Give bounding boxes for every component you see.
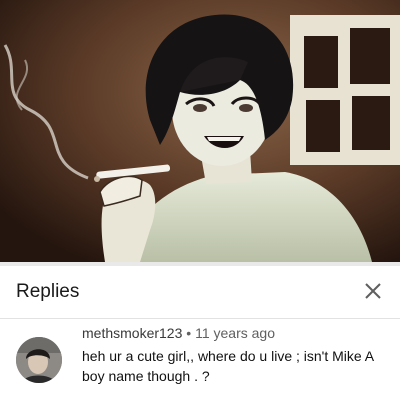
replies-header: Replies (0, 266, 400, 319)
window-illustration (290, 15, 400, 165)
replies-title: Replies (16, 281, 80, 302)
comment-item: methsmoker123 • 11 years ago heh ur a cu… (0, 319, 400, 400)
comment-text: heh ur a cute girl,, where do u live ; i… (82, 348, 374, 384)
comment-meta: methsmoker123 • 11 years ago (82, 325, 275, 341)
comment-author[interactable]: methsmoker123 (82, 325, 182, 341)
comment-time: 11 years ago (195, 325, 275, 341)
close-icon (365, 283, 381, 299)
meta-separator: • (186, 325, 192, 341)
video-frame-image (0, 0, 400, 262)
close-button[interactable] (358, 276, 388, 306)
avatar[interactable] (16, 337, 62, 383)
